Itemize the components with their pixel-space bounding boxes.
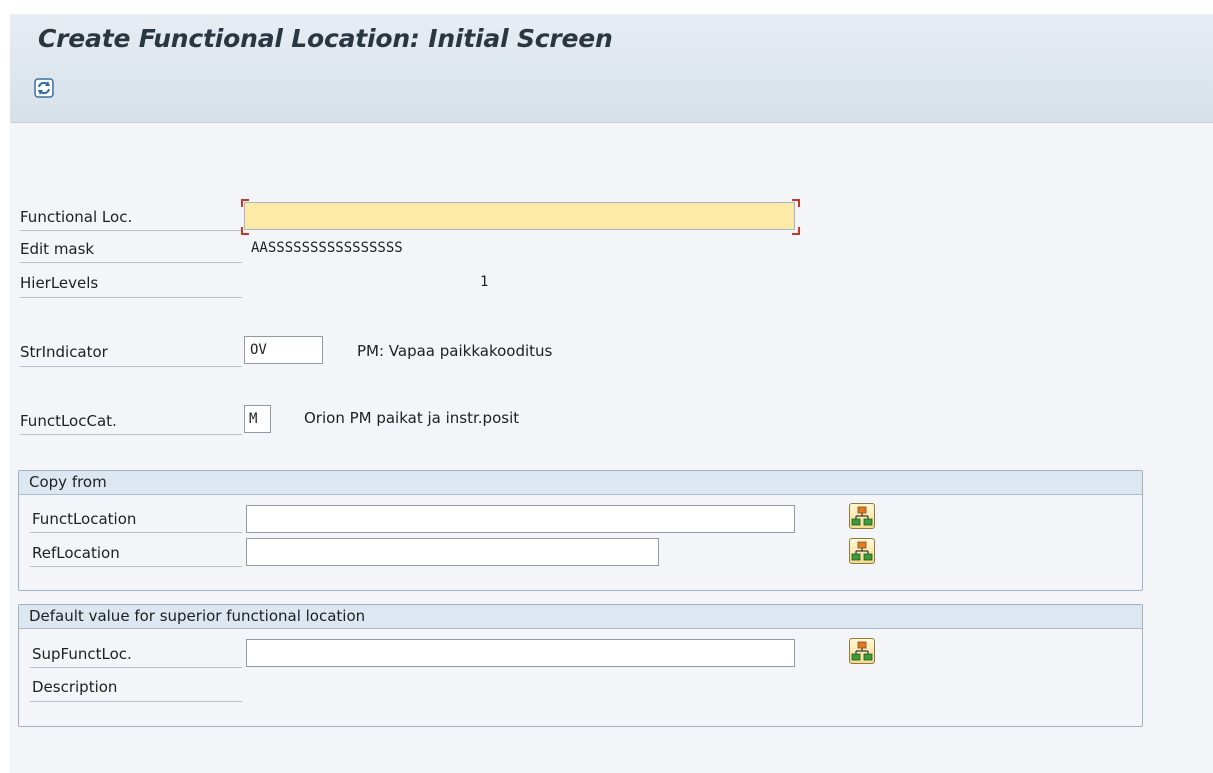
label-underline bbox=[20, 434, 242, 435]
str-indicator-label: StrIndicator bbox=[20, 343, 108, 361]
label-underline bbox=[20, 366, 242, 367]
functional-loc-label: Functional Loc. bbox=[20, 208, 133, 226]
sup-funct-loc-structure-button[interactable] bbox=[849, 638, 875, 664]
label-underline bbox=[30, 566, 242, 567]
ref-location-input[interactable] bbox=[246, 538, 659, 566]
functional-loc-input[interactable] bbox=[244, 202, 795, 230]
label-underline bbox=[20, 262, 242, 263]
str-indicator-input[interactable] bbox=[244, 336, 323, 364]
funct-loc-cat-input[interactable] bbox=[244, 405, 271, 433]
refresh-icon bbox=[34, 78, 54, 98]
required-marker bbox=[241, 227, 249, 235]
required-marker bbox=[792, 227, 800, 235]
hier-levels-label: HierLevels bbox=[20, 274, 99, 292]
funct-location-input[interactable] bbox=[246, 505, 795, 533]
label-underline bbox=[20, 230, 242, 231]
label-underline bbox=[30, 701, 242, 702]
funct-location-label: FunctLocation bbox=[32, 510, 137, 528]
funct-loc-cat-label: FunctLocCat. bbox=[20, 412, 117, 430]
ref-location-structure-button[interactable] bbox=[849, 538, 875, 564]
required-marker bbox=[241, 199, 249, 207]
hierarchy-icon bbox=[851, 641, 873, 661]
label-underline bbox=[30, 667, 242, 668]
label-underline bbox=[20, 297, 242, 298]
funct-location-structure-button[interactable] bbox=[849, 503, 875, 529]
hierarchy-icon bbox=[851, 541, 873, 561]
funct-loc-cat-description: Orion PM paikat ja instr.posit bbox=[304, 409, 520, 427]
description-label: Description bbox=[32, 678, 118, 696]
refresh-button[interactable] bbox=[32, 76, 56, 100]
sup-funct-loc-label: SupFunctLoc. bbox=[32, 645, 132, 663]
title-bar: Create Functional Location: Initial Scre… bbox=[10, 14, 1213, 66]
hier-levels-value: 1 bbox=[480, 274, 489, 290]
copy-from-header: Copy from bbox=[19, 471, 1142, 495]
hierarchy-icon bbox=[851, 506, 873, 526]
default-superior-header: Default value for superior functional lo… bbox=[19, 605, 1142, 629]
main-window: Create Functional Location: Initial Scre… bbox=[10, 14, 1213, 773]
edit-mask-value: AASSSSSSSSSSSSSSSS bbox=[251, 240, 403, 256]
page-title: Create Functional Location: Initial Scre… bbox=[38, 24, 613, 53]
required-marker bbox=[792, 199, 800, 207]
label-underline bbox=[30, 532, 242, 533]
ref-location-label: RefLocation bbox=[32, 544, 120, 562]
sup-funct-loc-input[interactable] bbox=[246, 639, 795, 667]
edit-mask-label: Edit mask bbox=[20, 240, 95, 258]
str-indicator-description: PM: Vapaa paikkakooditus bbox=[357, 342, 553, 360]
application-toolbar bbox=[10, 66, 1213, 123]
